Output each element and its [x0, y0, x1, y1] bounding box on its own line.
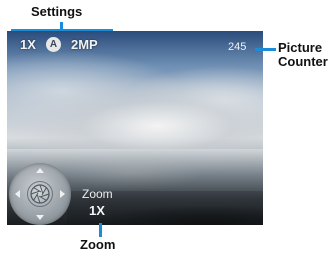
- picture-counter: 245: [228, 41, 247, 53]
- auto-mode-icon: A: [46, 37, 61, 52]
- picture-counter-callout-line2: Counter: [278, 53, 328, 69]
- shutter-dial[interactable]: [9, 163, 71, 225]
- zoom-label: Zoom: [82, 187, 113, 201]
- zoom-value: 1X: [89, 203, 105, 218]
- hud-zoom-level: 1X: [20, 37, 36, 52]
- zoom-callout-line: [99, 223, 102, 237]
- counter-callout-line: [255, 48, 276, 51]
- hud-resolution: 2MP: [71, 37, 98, 52]
- settings-callout: Settings: [31, 4, 83, 19]
- aperture-icon[interactable]: [27, 181, 53, 207]
- right-arrow-icon[interactable]: [60, 190, 65, 198]
- left-arrow-icon[interactable]: [15, 190, 20, 198]
- zoom-up-arrow-icon[interactable]: [36, 168, 44, 173]
- camera-viewfinder[interactable]: 1X A 2MP 245 Zoom 1X: [7, 31, 263, 225]
- picture-counter-callout: Picture Counter: [278, 41, 328, 68]
- picture-counter-callout-line1: Picture: [278, 40, 323, 55]
- zoom-down-arrow-icon[interactable]: [36, 215, 44, 220]
- zoom-callout: Zoom: [80, 237, 116, 252]
